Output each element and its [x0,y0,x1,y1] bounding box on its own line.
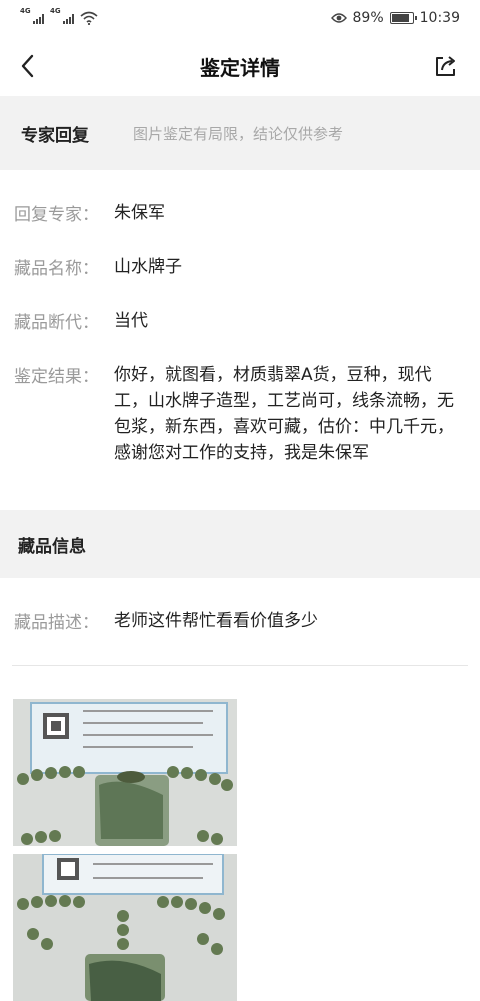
battery-percent: 89% [352,10,384,26]
field-value: 朱保军 [114,203,165,223]
network-type-2: 4G [50,7,61,15]
chevron-left-icon[interactable] [14,50,46,82]
field-label: 藏品断代： [14,313,99,333]
status-bar: 4G 4G 89% 10:39 [0,0,480,36]
page-title: 鉴定详情 [200,55,280,80]
wifi-icon [80,11,98,25]
nav-bar: 鉴定详情 [0,36,480,96]
field-label: 回复专家： [14,205,99,225]
field-label: 藏品描述： [14,613,99,633]
status-right: 89% 10:39 [330,10,460,26]
item-description: 老师这件帮忙看看价值多少 [114,611,318,631]
clock: 10:39 [419,10,460,26]
battery-icon [389,12,417,24]
field-row-item-name: 藏品名称： 山水牌子 [0,254,480,280]
photo-pendant-with-certificate[interactable] [13,699,237,846]
field-row-description: 藏品描述： 老师这件帮忙看看价值多少 [0,608,480,634]
field-row-expert: 回复专家： 朱保军 [0,200,480,226]
signal-icon: 4G [20,7,44,25]
item-info-heading: 藏品信息 [18,536,86,557]
field-value: 山水牌子 [114,257,182,277]
field-label: 鉴定结果： [14,367,99,387]
share-icon[interactable] [432,52,460,80]
field-row-dating: 藏品断代： 当代 [0,308,480,334]
photo-pendant-beads-certificate[interactable] [13,854,237,1001]
appraisal-result-text: 你好，就图看，材质翡翠A货，豆种，现代工，山水牌子造型，工艺尚可，线条流畅，无包… [114,365,454,463]
status-left: 4G 4G [20,7,98,25]
divider [12,665,468,666]
network-type-1: 4G [20,7,31,15]
expert-reply-heading: 专家回复 [21,125,89,146]
eye-icon [330,13,347,23]
field-value: 当代 [114,311,148,331]
disclaimer-text: 图片鉴定有局限，结论仅供参考 [133,124,344,143]
field-row-result: 鉴定结果： 你好，就图看，材质翡翠A货，豆种，现代工，山水牌子造型，工艺尚可，线… [0,362,480,466]
field-label: 藏品名称： [14,259,99,279]
expert-reply-banner: 专家回复 图片鉴定有局限，结论仅供参考 [0,96,480,170]
item-info-banner: 藏品信息 [0,510,480,578]
signal-icon-2: 4G [50,7,74,25]
